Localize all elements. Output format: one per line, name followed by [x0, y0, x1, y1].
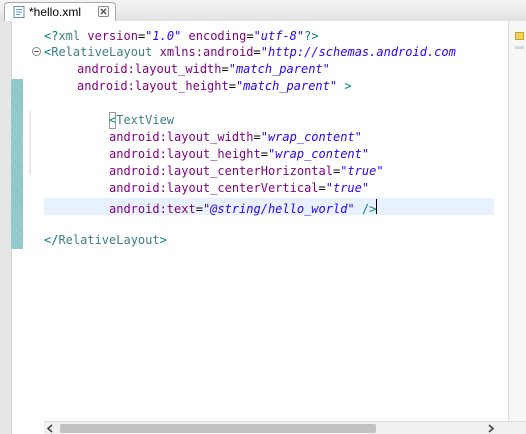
- overview-annotation-marker[interactable]: [515, 46, 524, 49]
- token: =: [253, 45, 261, 59]
- code-line-8: android:layout_height="wrap_content": [109, 146, 369, 163]
- text-caret: [376, 199, 378, 214]
- token: android:layout_height: [77, 79, 229, 93]
- token: "true": [325, 181, 370, 195]
- xml-editor-window: *hello.xml <?xml version="1.0" encoding=…: [0, 0, 526, 434]
- token: >: [159, 233, 167, 247]
- token: "@string/hello_world": [202, 202, 355, 216]
- xml-file-icon: [13, 6, 25, 18]
- token: "1.0": [145, 29, 182, 43]
- horizontal-scrollbar[interactable]: [44, 421, 526, 434]
- token: android:layout_width: [77, 62, 222, 76]
- code-line-7: android:layout_width="wrap_content": [109, 129, 362, 146]
- tab-label: *hello.xml: [29, 5, 82, 19]
- token: ?>: [304, 29, 319, 43]
- quick-diff-change-bar: [11, 79, 23, 249]
- token: version: [80, 29, 138, 43]
- token: TextView: [116, 113, 175, 127]
- overview-ruler[interactable]: [508, 21, 526, 421]
- token: =: [228, 79, 236, 93]
- scroll-right-arrow-icon[interactable]: [484, 422, 497, 434]
- code-line-3: android:layout_width="match_parent": [77, 61, 330, 78]
- tab-hello-xml[interactable]: *hello.xml: [4, 2, 116, 21]
- token: "true": [340, 164, 384, 178]
- token: android:layout_width: [109, 130, 254, 144]
- token: "wrap_content": [267, 147, 370, 161]
- token: "match_parent": [228, 62, 330, 76]
- code-line-1: <?xml version="1.0" encoding="utf-8"?>: [44, 28, 319, 45]
- token: android:layout_centerVertical: [109, 181, 319, 195]
- token: "utf-8": [253, 29, 305, 43]
- token: "http://schemas.android.com: [260, 45, 456, 59]
- code-line-10: android:layout_centerVertical="true": [109, 180, 369, 197]
- warning-marker-icon[interactable]: [515, 32, 524, 40]
- token: RelativeLayout: [58, 233, 160, 247]
- token: >: [337, 79, 352, 93]
- annotation-marker: [29, 111, 31, 175]
- editor-tab-bar: *hello.xml: [0, 0, 526, 22]
- token: =: [318, 181, 326, 195]
- token: encoding: [181, 29, 247, 43]
- token: <: [109, 112, 117, 129]
- token: android:layout_centerHorizontal: [109, 164, 333, 178]
- collapse-icon[interactable]: [32, 47, 41, 56]
- scroll-left-arrow-icon[interactable]: [44, 422, 57, 434]
- code-line-2: <RelativeLayout xmlns:android="http://sc…: [44, 44, 456, 61]
- token: "wrap_content": [260, 130, 362, 144]
- scrollbar-thumb[interactable]: [60, 424, 376, 433]
- token: "match_parent": [235, 79, 338, 93]
- token: =: [221, 62, 229, 76]
- code-text-area[interactable]: <?xml version="1.0" encoding="utf-8"?> <…: [44, 21, 508, 421]
- token: xml: [58, 29, 81, 43]
- code-line-11: android:text="@string/hello_world" />: [109, 198, 378, 216]
- token: =: [253, 130, 261, 144]
- token: </: [44, 233, 59, 247]
- token: />: [354, 202, 377, 216]
- token: android:layout_height: [109, 147, 261, 161]
- token: xmlns:android: [152, 45, 254, 59]
- code-line-13: </RelativeLayout>: [44, 232, 167, 249]
- code-line-4: android:layout_height="match_parent" >: [77, 78, 352, 95]
- close-icon[interactable]: [98, 6, 109, 17]
- token: =: [246, 29, 254, 43]
- source-editor[interactable]: <?xml version="1.0" encoding="utf-8"?> <…: [0, 21, 526, 434]
- token: =: [260, 147, 268, 161]
- code-line-6: <TextView: [109, 112, 174, 129]
- token: android:text: [109, 202, 196, 216]
- code-line-9: android:layout_centerHorizontal="true": [109, 163, 384, 180]
- token: <?: [44, 29, 59, 43]
- text-caret-wrap: [376, 198, 378, 214]
- token: =: [195, 202, 203, 216]
- token: RelativeLayout: [51, 45, 153, 59]
